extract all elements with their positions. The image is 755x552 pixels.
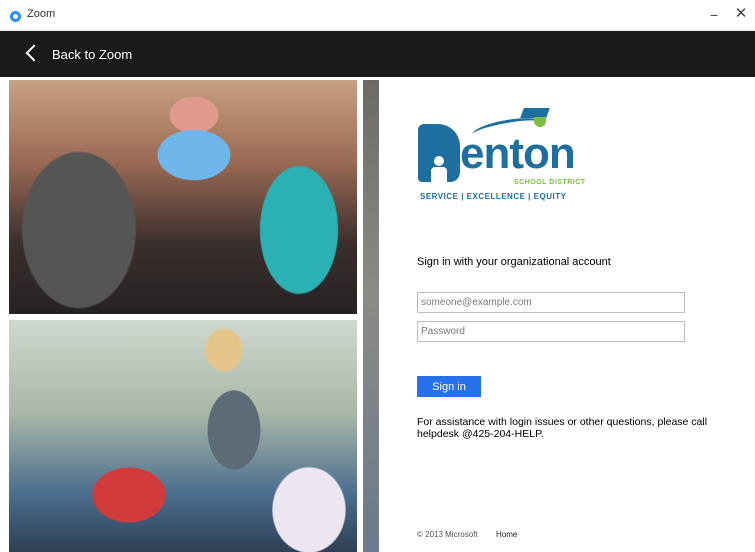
classroom-photo-top [9,80,357,314]
district-logo: enton SCHOOL DISTRICT SERVICE | EXCELLEN… [418,108,608,208]
classroom-photo-strip [363,80,379,552]
signin-button[interactable]: Sign in [417,376,481,397]
logo-tagline: SERVICE | EXCELLENCE | EQUITY [420,192,567,201]
minimize-button[interactable]: − [706,6,722,24]
password-input[interactable] [417,321,685,342]
help-text: For assistance with login issues or othe… [417,416,708,440]
logo-district-text: SCHOOL DISTRICT [514,179,586,186]
footer-copyright: © 2013 Microsoft [417,530,478,539]
back-to-zoom-link[interactable]: Back to Zoom [52,47,132,62]
photo-collage [0,77,379,552]
person-icon [428,156,450,194]
classroom-photo-bottom [9,320,357,552]
footer-home-link[interactable]: Home [496,530,517,539]
close-button[interactable]: ✕ [733,5,749,23]
zoom-logo-icon [10,11,21,22]
logo-letter-r [418,124,460,193]
window-title: Zoom [27,8,56,20]
logo-wordmark: enton [460,129,576,178]
cap-tassel-icon [534,117,546,127]
email-input[interactable] [417,292,685,313]
signin-heading: Sign in with your organizational account [417,256,611,268]
window-titlebar: Zoom − ✕ [0,0,755,31]
